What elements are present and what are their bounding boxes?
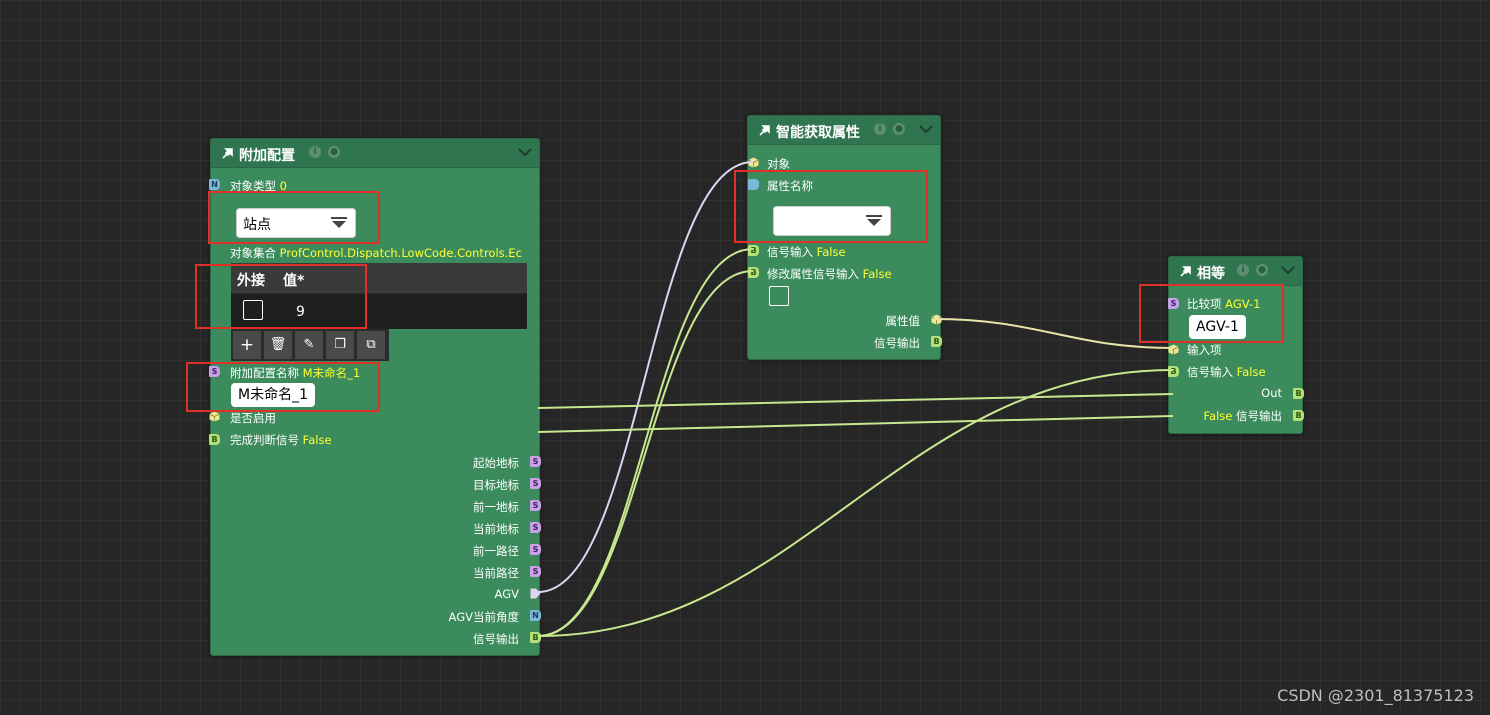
node-title: 相等 [1197,266,1225,282]
node-function-icon [1180,266,1191,277]
info-icon[interactable]: i [309,146,321,158]
agv-object-pin-icon[interactable] [530,588,541,599]
status-icon[interactable]: ● [893,123,905,135]
bool-pin-icon[interactable]: B [530,632,541,643]
bool-pin-icon[interactable]: B [209,434,220,445]
grid-header-external[interactable]: 外接 [237,270,265,290]
modify-checkbox[interactable] [769,286,789,306]
collection-grid[interactable]: 外接 值* 9 [231,263,527,329]
node-header[interactable]: 相等 i ● [1169,257,1302,286]
grid-row-value[interactable]: 9 [296,304,305,320]
enabled-label: 是否启用 [230,411,276,425]
duplicate-icon[interactable]: ⧉ [357,331,385,359]
output-label-prev-path: 前一路径 [473,544,519,558]
delete-icon[interactable]: 🗑 [264,331,292,359]
bool-pin-icon[interactable]: B [1168,366,1179,377]
string-pin-icon[interactable]: S [530,544,541,555]
signal-output-label: 信号输出 [874,336,920,350]
dropdown-selected-value: 站点 [243,217,271,233]
done-signal-label: 完成判断信号 False [230,433,332,447]
output-label-signal-out: 信号输出 [473,632,519,646]
clear-icon[interactable]: ✎ [295,331,323,359]
output-label-current-landmark: 当前地标 [473,522,519,536]
status-icon[interactable]: ● [328,146,340,158]
wire-prop-value-to-input[interactable] [933,318,1174,349]
grid-toolbar: + 🗑 ✎ ❐ ⧉ [231,329,389,361]
wire-agv-to-object[interactable] [537,161,754,593]
grid-row-checkbox[interactable] [243,300,263,320]
status-icon[interactable]: ● [1256,264,1268,276]
obj-type-dropdown[interactable]: 站点 [236,208,356,238]
config-name-input[interactable]: M未命名_1 [231,383,315,407]
output-label-target-landmark: 目标地标 [473,478,519,492]
watermark: CSDN @2301_81375123 [1277,686,1474,705]
object-pin-icon[interactable] [209,411,220,422]
node-title: 智能获取属性 [776,125,860,141]
property-name-label: 属性名称 [767,179,813,193]
property-name-pin-icon[interactable] [748,179,759,190]
property-value-label: 属性值 [885,314,921,328]
wire-signal-to-signal-input[interactable] [537,248,754,637]
string-pin-icon[interactable]: S [530,478,541,489]
out-label: Out [1261,386,1282,400]
wire-signal-to-equal-signal-input[interactable] [537,369,1174,637]
input-label: 输入项 [1187,343,1222,357]
string-pin-icon[interactable]: S [530,456,541,467]
node-header[interactable]: 附加配置 i ● [211,139,539,168]
signal-input-label: 信号输入 False [767,245,846,259]
node-smart-get-property[interactable]: 智能获取属性 i ● 对象 属性名称 B 信号输入 False B 修改属性信号… [747,115,942,360]
output-label-agv-angle: AGV当前角度 [448,610,519,624]
bool-pin-icon[interactable]: B [748,267,759,278]
string-pin-icon[interactable]: S [530,522,541,533]
string-pin-icon[interactable]: S [530,500,541,511]
chevron-down-icon[interactable] [918,122,934,136]
bool-pin-icon[interactable]: B [1293,410,1304,421]
grid-header-value[interactable]: 值* [283,270,304,290]
object-pin-icon[interactable] [748,157,759,168]
modify-signal-label: 修改属性信号输入 False [767,267,892,281]
bool-pin-icon[interactable]: B [748,245,759,256]
grid-header-row [231,263,527,293]
wire-enabled-to-out[interactable] [537,393,1174,409]
node-title: 附加配置 [239,148,295,164]
add-icon[interactable]: + [233,331,261,359]
config-name-label: 附加配置名称 M未命名_1 [230,366,361,380]
collection-label: 对象集合 ProfControl.Dispatch.LowCode.Contro… [230,246,522,260]
compare-label: 比较项 AGV-1 [1187,297,1261,311]
node-equal[interactable]: 相等 i ● S 比较项 AGV-1 AGV-1 输入项 B 信号输入 Fals… [1168,256,1304,434]
object-label: 对象 [767,157,790,171]
output-label-prev-landmark: 前一地标 [473,500,519,514]
info-icon[interactable]: i [1237,264,1249,276]
copy-icon[interactable]: ❐ [326,331,354,359]
string-pin-icon[interactable]: S [209,366,220,377]
output-label-agv: AGV [494,587,519,601]
grid-row[interactable]: 9 [231,293,527,330]
string-pin-icon[interactable]: S [1168,298,1179,309]
property-name-dropdown[interactable] [773,206,891,236]
wire-signal-to-modify-input[interactable] [537,270,754,637]
output-label-start-landmark: 起始地标 [473,456,519,470]
object-pin-icon[interactable] [931,314,942,325]
chevron-down-icon[interactable] [517,145,533,159]
node-function-icon [759,125,770,136]
string-pin-icon[interactable]: S [530,566,541,577]
dropdown-arrow-icon [866,215,882,226]
bool-pin-icon[interactable]: B [931,336,942,347]
signal-output-label: False 信号输出 [1203,409,1282,423]
dropdown-arrow-icon [331,217,347,228]
node-attach-config[interactable]: 附加配置 i ● N 对象类型 0 站点 对象集合 ProfControl.Di… [209,138,541,656]
chevron-down-icon[interactable] [1280,263,1296,277]
signal-input-label: 信号输入 False [1187,365,1266,379]
object-pin-icon[interactable] [1168,344,1179,355]
wire-done-to-signal-out[interactable] [537,415,1174,433]
compare-input[interactable]: AGV-1 [1189,315,1246,339]
number-pin-icon[interactable]: N [209,179,220,190]
node-function-icon [222,148,233,159]
bool-pin-icon[interactable]: B [1293,388,1304,399]
output-label-current-path: 当前路径 [473,566,519,580]
node-header[interactable]: 智能获取属性 i ● [748,116,940,145]
info-icon[interactable]: i [874,123,886,135]
obj-type-label: 对象类型 0 [230,179,287,193]
number-pin-icon[interactable]: N [530,610,541,621]
